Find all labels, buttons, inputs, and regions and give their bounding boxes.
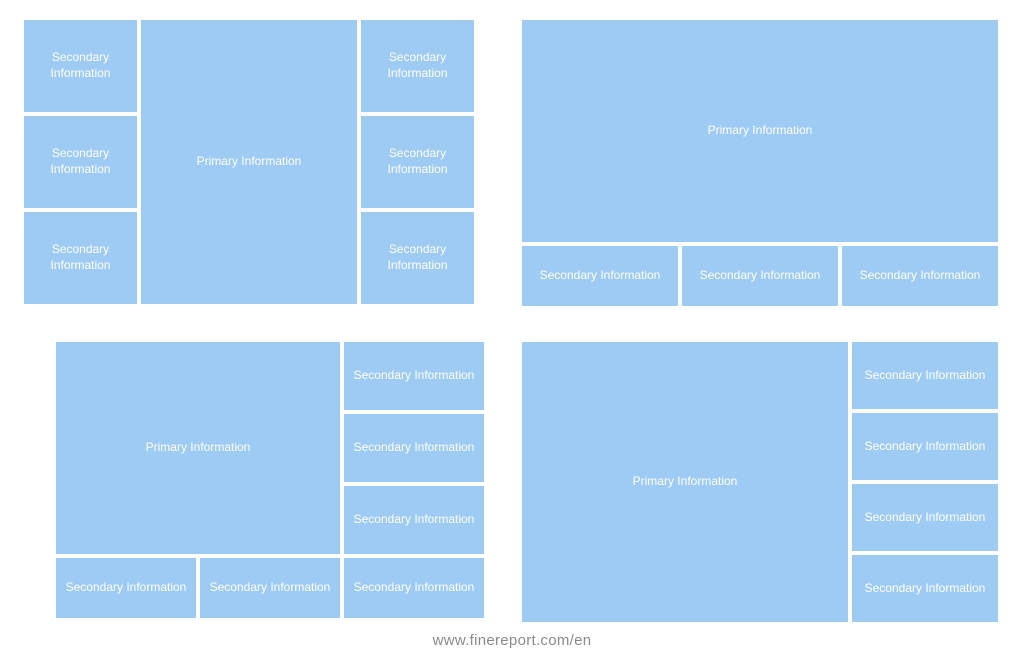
secondary-tile: Secondary Information <box>852 413 998 480</box>
secondary-tile: Secondary Information <box>852 484 998 551</box>
secondary-tile: Secondary Information <box>56 558 196 618</box>
secondary-tile: Secondary Information <box>24 20 137 112</box>
secondary-tile: Secondary Information <box>361 212 474 304</box>
secondary-tile: Secondary Information <box>24 212 137 304</box>
secondary-tile: Secondary Information <box>522 246 678 306</box>
layout-examples: Secondary Information Secondary Informat… <box>0 0 1024 655</box>
layout-example-2: Primary Information Secondary Informatio… <box>522 20 1002 310</box>
secondary-tile: Secondary Information <box>361 116 474 208</box>
primary-tile: Primary Information <box>141 20 357 304</box>
secondary-tile: Secondary Information <box>24 116 137 208</box>
primary-tile: Primary Information <box>56 342 340 554</box>
layout-example-4: Primary Information Secondary Informatio… <box>522 342 1002 622</box>
secondary-tile: Secondary Information <box>344 486 484 554</box>
secondary-tile: Secondary Information <box>200 558 340 618</box>
secondary-tile: Secondary Information <box>361 20 474 112</box>
secondary-tile: Secondary Information <box>344 558 484 618</box>
secondary-tile: Secondary Information <box>842 246 998 306</box>
layout-example-3: Primary Information Secondary Informatio… <box>56 342 488 622</box>
secondary-tile: Secondary Information <box>344 342 484 410</box>
secondary-tile: Secondary Information <box>682 246 838 306</box>
secondary-tile: Secondary Information <box>852 342 998 409</box>
primary-tile: Primary Information <box>522 342 848 622</box>
secondary-tile: Secondary Information <box>344 414 484 482</box>
footer-source: www.finereport.com/en <box>0 632 1024 649</box>
secondary-tile: Secondary Information <box>852 555 998 622</box>
primary-tile: Primary Information <box>522 20 998 242</box>
layout-example-1: Secondary Information Secondary Informat… <box>24 20 488 310</box>
